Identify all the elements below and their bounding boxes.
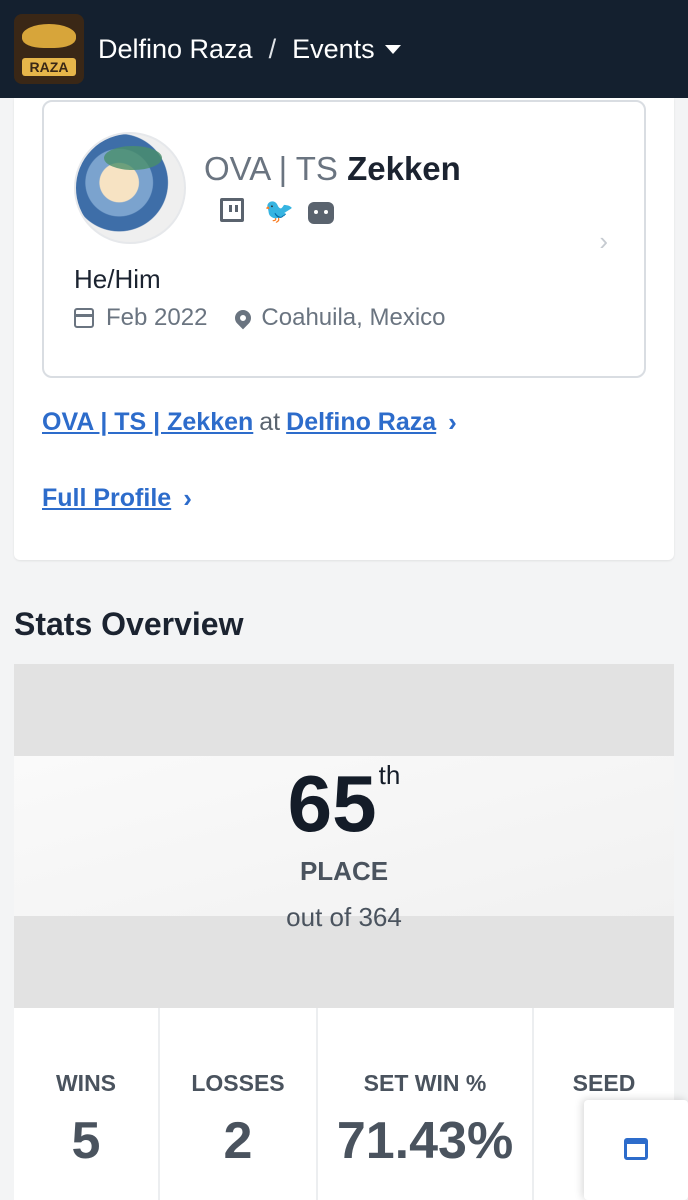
twitch-icon[interactable]	[220, 198, 248, 226]
placement-number: 65th	[14, 758, 674, 850]
top-header: RAZA Delfino Raza / Events	[0, 0, 688, 98]
profile-panel: OVA | TS Zekken 🐦 › He/Him Feb 2022 Coah…	[14, 98, 674, 560]
stat-losses: LOSSES 2	[158, 1008, 316, 1200]
logo-bird-icon	[22, 24, 76, 48]
stat-label: LOSSES	[191, 1070, 285, 1096]
org-logo[interactable]: RAZA	[14, 14, 84, 84]
full-profile-row: Full Profile ›	[42, 480, 457, 516]
twitter-icon[interactable]: 🐦	[264, 198, 294, 226]
stat-label: SET WIN %	[363, 1070, 487, 1096]
chevron-down-icon[interactable]	[384, 44, 401, 54]
location-pin-icon	[232, 306, 255, 330]
location: Coahuila, Mexico	[261, 304, 446, 331]
chevron-right-icon[interactable]: ›	[448, 407, 457, 438]
profile-card[interactable]: OVA | TS Zekken 🐦 › He/Him Feb 2022 Coah…	[42, 100, 646, 378]
logo-text: RAZA	[22, 58, 76, 76]
player-link[interactable]: OVA | TS | Zekken	[42, 408, 253, 437]
player-name: OVA | TS Zekken	[204, 150, 461, 188]
breadcrumb-events[interactable]: Events	[292, 34, 375, 65]
breadcrumb-org[interactable]: Delfino Raza	[98, 34, 253, 65]
window-icon	[624, 1138, 648, 1160]
org-link[interactable]: Delfino Raza	[286, 408, 436, 437]
pronouns: He/Him	[74, 264, 161, 294]
social-links: 🐦	[220, 198, 336, 226]
chevron-right-icon[interactable]: ›	[183, 483, 192, 514]
stat-label: SEED	[572, 1070, 636, 1096]
profile-meta: Feb 2022 Coahuila, Mexico	[74, 304, 446, 332]
stat-set-win: SET WIN % 71.43%	[316, 1008, 532, 1200]
placement-label: PLACE	[299, 856, 389, 886]
calendar-icon	[74, 308, 94, 328]
breadcrumb-separator: /	[268, 33, 277, 64]
player-at-org-row: OVA | TS | Zekken at Delfino Raza ›	[42, 404, 457, 440]
full-profile-link[interactable]: Full Profile	[42, 484, 171, 513]
floating-window-button[interactable]	[584, 1100, 688, 1200]
placement-value: 65	[287, 759, 377, 848]
placement-out-of: out of 364	[286, 902, 402, 932]
player-prefix: OVA | TS	[204, 150, 338, 187]
stats-overview-title: Stats Overview	[14, 606, 244, 642]
stats-row: WINS 5 LOSSES 2 SET WIN % 71.43% SEED 2	[14, 1008, 674, 1200]
stat-value: 2	[223, 1112, 253, 1170]
at-text: at	[259, 407, 281, 436]
joined-date: Feb 2022	[106, 304, 208, 331]
placement-suffix: th	[378, 760, 401, 790]
placement-card: 65th PLACE out of 364	[14, 664, 674, 1008]
discord-icon[interactable]	[308, 198, 336, 226]
breadcrumb: Delfino Raza / Events	[98, 32, 401, 66]
stat-wins: WINS 5	[14, 1008, 158, 1200]
stat-value: 5	[71, 1112, 101, 1170]
profile-links: OVA | TS | Zekken at Delfino Raza › Full…	[42, 404, 457, 516]
avatar	[74, 132, 186, 244]
player-tag: Zekken	[347, 150, 461, 187]
stat-value: 71.43%	[336, 1112, 514, 1170]
stat-label: WINS	[55, 1070, 117, 1096]
chevron-right-icon[interactable]: ›	[599, 226, 608, 257]
